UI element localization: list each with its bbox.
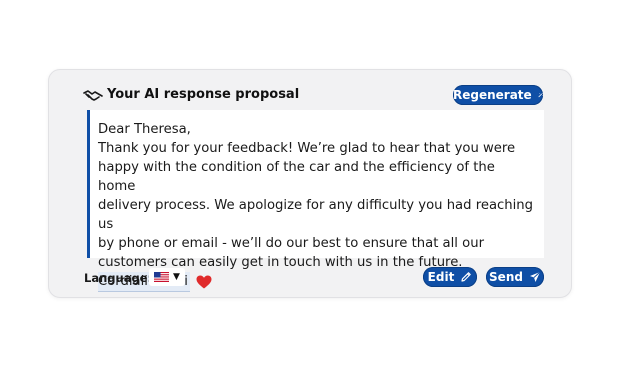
- send-button[interactable]: Send: [486, 267, 544, 287]
- edit-button[interactable]: Edit: [423, 267, 477, 287]
- pencil-icon: [461, 272, 472, 282]
- ai-response-card: Your AI response proposal Regenerate Dea…: [48, 69, 572, 298]
- message-line: delivery process. We apologize for any d…: [98, 198, 534, 232]
- heart-icon: [196, 275, 212, 289]
- paper-plane-icon: [529, 271, 541, 282]
- message-line: Thank you for your feedback! We’re glad …: [98, 141, 516, 156]
- send-label: Send: [489, 270, 523, 284]
- message-line: happy with the condition of the car and …: [98, 160, 495, 194]
- regenerate-button[interactable]: Regenerate: [453, 85, 543, 105]
- handshake-icon: [83, 90, 103, 101]
- language-select[interactable]: ▼: [149, 268, 185, 286]
- language-label: Language:: [84, 271, 153, 285]
- message-greeting: Dear Theresa,: [98, 122, 191, 137]
- magic-wand-icon: [538, 92, 543, 98]
- us-flag-icon: [154, 272, 170, 282]
- regenerate-label: Regenerate: [453, 88, 532, 102]
- chevron-down-icon: ▼: [173, 271, 180, 282]
- edit-label: Edit: [427, 270, 455, 284]
- response-message[interactable]: Dear Theresa, Thank you for your feedbac…: [87, 110, 544, 292]
- message-line: by phone or email - we’ll do our best to…: [98, 236, 485, 251]
- card-title: Your AI response proposal: [107, 87, 300, 102]
